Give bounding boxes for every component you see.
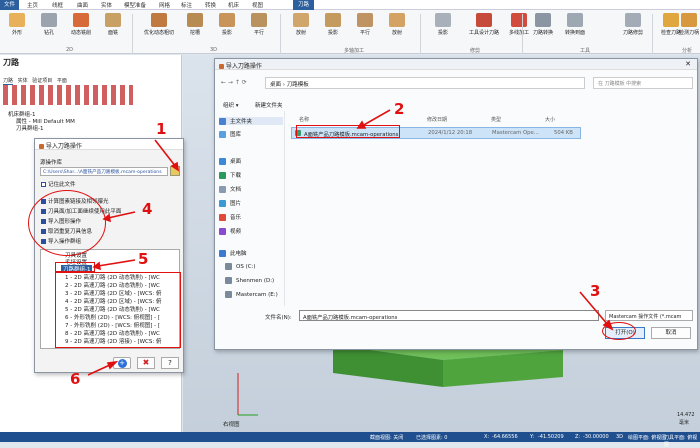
step-6: 6 bbox=[70, 370, 81, 388]
annotation-arrows bbox=[87, 109, 614, 376]
z-coord: -30.00000 bbox=[583, 434, 609, 440]
step-5: 5 bbox=[138, 250, 149, 268]
step-4: 4 bbox=[142, 200, 153, 218]
mode-3d[interactable]: 3D bbox=[616, 434, 623, 440]
cplane-status[interactable]: 绘图平面: 俯视图 bbox=[628, 434, 666, 441]
selected-count: 已选择图素: 0 bbox=[416, 435, 448, 441]
status-bar: 截面视图: 关闭 已选择图素: 0 X: -64.66556 Y: -41.5020… bbox=[0, 432, 700, 448]
y-coord: -41.50209 bbox=[538, 434, 564, 440]
step-1: 1 bbox=[156, 120, 167, 138]
step-3: 3 bbox=[590, 282, 601, 300]
tplane-status[interactable]: 刀具平面: 俯视图 bbox=[664, 434, 700, 448]
section-view-status[interactable]: 截面视图: 关闭 bbox=[370, 434, 403, 441]
step-2: 2 bbox=[394, 100, 405, 118]
x-coord: -64.66556 bbox=[492, 434, 518, 440]
